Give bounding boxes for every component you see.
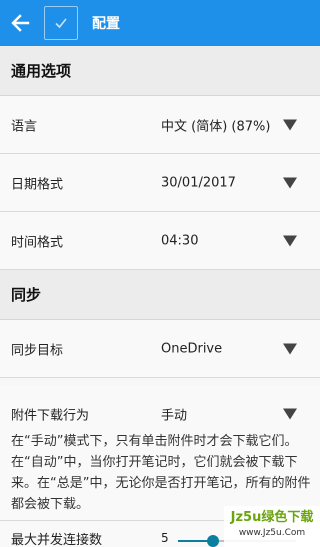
setting-label: 语言 bbox=[11, 119, 38, 134]
setting-time-format[interactable]: 时间格式 04:30 bbox=[0, 212, 320, 270]
dropdown-arrow-icon[interactable] bbox=[283, 177, 297, 188]
section-header-sync: 同步 bbox=[0, 270, 320, 320]
setting-label: 时间格式 bbox=[11, 235, 64, 250]
setting-value: 中文 (简体) (87%) bbox=[161, 119, 271, 134]
app-bar: 配置 bbox=[0, 0, 320, 46]
settings-screen: 配置 通用选项 语言 中文 (简体) (87%) 日期格式 30/01/2017… bbox=[0, 0, 320, 547]
setting-description: 在“手动”模式下，只有单击附件时才会下载它们。在“自动”中，当你打开笔记时，它们… bbox=[11, 434, 311, 512]
setting-value: 30/01/2017 bbox=[161, 175, 236, 190]
page-title: 配置 bbox=[92, 16, 120, 32]
arrow-left-icon bbox=[11, 14, 30, 32]
setting-value: 手动 bbox=[161, 408, 188, 424]
checkmark-icon bbox=[55, 18, 67, 29]
setting-language[interactable]: 语言 中文 (简体) (87%) bbox=[0, 96, 320, 154]
slider-value: 5 bbox=[161, 531, 169, 545]
back-button[interactable] bbox=[0, 0, 40, 46]
setting-sync-target[interactable]: 同步目标 OneDrive bbox=[0, 320, 320, 378]
setting-label: 附件下载行为 bbox=[11, 408, 90, 424]
section-header-general: 通用选项 bbox=[0, 46, 320, 96]
setting-label: 最大并发连接数 bbox=[11, 533, 103, 547]
setting-value: OneDrive bbox=[161, 341, 223, 356]
dropdown-arrow-icon[interactable] bbox=[283, 119, 297, 130]
watermark-sub-text: www.Jz5u.Com bbox=[238, 528, 306, 538]
slider-thumb[interactable] bbox=[207, 535, 220, 547]
dropdown-arrow-icon[interactable] bbox=[283, 343, 297, 354]
save-button[interactable] bbox=[44, 6, 78, 40]
setting-value: 04:30 bbox=[161, 233, 199, 248]
watermark-main-text: Jz5u绿色下载 bbox=[230, 510, 314, 525]
setting-attachment-download[interactable]: 附件下载行为 手动 在“手动”模式下，只有单击附件时才会下载它们。在“自动”中，… bbox=[0, 385, 320, 521]
setting-date-format[interactable]: 日期格式 30/01/2017 bbox=[0, 154, 320, 212]
setting-label: 同步目标 bbox=[11, 343, 64, 358]
dropdown-arrow-icon[interactable] bbox=[283, 235, 297, 246]
setting-label: 日期格式 bbox=[11, 177, 64, 192]
dropdown-arrow-icon[interactable] bbox=[283, 408, 297, 420]
watermark-logo: Jz5u绿色下载 www.Jz5u.Com bbox=[224, 506, 320, 547]
